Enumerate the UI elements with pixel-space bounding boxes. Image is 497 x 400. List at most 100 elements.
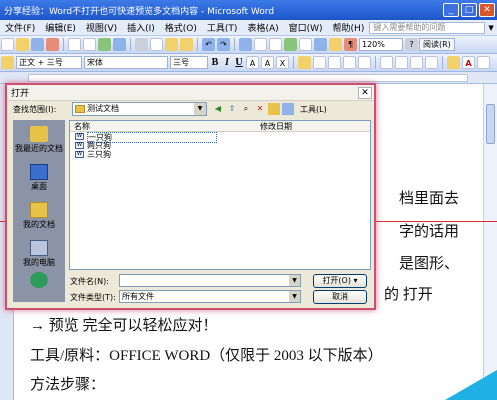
justify-icon[interactable] bbox=[343, 56, 356, 69]
chevron-down-icon[interactable]: ▼ bbox=[289, 275, 300, 286]
file-list[interactable]: 名称 修改日期 W 一只狗 W 两只狗 W 三只狗 bbox=[69, 120, 371, 270]
char-shading-icon[interactable]: A bbox=[261, 56, 274, 69]
my-computer-icon bbox=[30, 240, 48, 256]
help-icon[interactable]: ? bbox=[405, 38, 418, 51]
print-preview-icon[interactable] bbox=[83, 38, 96, 51]
zoom-select[interactable]: 120% bbox=[359, 38, 403, 51]
insert-table-icon[interactable] bbox=[269, 38, 282, 51]
toolbar-separator bbox=[293, 56, 294, 69]
hyperlink-icon[interactable] bbox=[239, 38, 252, 51]
char-scale-icon[interactable]: X bbox=[276, 56, 289, 69]
new-document-icon[interactable] bbox=[1, 38, 14, 51]
delete-icon[interactable]: ✕ bbox=[254, 103, 266, 115]
styles-pane-icon[interactable] bbox=[1, 56, 14, 69]
open-file-dialog: 打开 ✕ 查找范围(I): 测试文档 ▼ ◀ ⇧ ⌕ ✕ 工具(L) 我最近的文… bbox=[5, 83, 376, 310]
copy-icon[interactable] bbox=[150, 38, 163, 51]
lookin-select[interactable]: 测试文档 ▼ bbox=[72, 102, 207, 116]
spelling-icon[interactable] bbox=[98, 38, 111, 51]
menu-bar: 文件(F) 编辑(E) 视图(V) 插入(I) 格式(O) 工具(T) 表格(A… bbox=[0, 20, 497, 36]
menu-edit[interactable]: 编辑(E) bbox=[40, 21, 81, 34]
underline-button[interactable]: U bbox=[233, 57, 245, 68]
place-recent[interactable]: 我最近的文档 bbox=[13, 124, 65, 160]
dialog-toolbar: ◀ ⇧ ⌕ ✕ 工具(L) bbox=[212, 102, 327, 116]
bullets-icon[interactable] bbox=[395, 56, 408, 69]
scroll-thumb[interactable] bbox=[486, 104, 495, 144]
menu-format[interactable]: 格式(O) bbox=[160, 21, 202, 34]
place-desktop[interactable]: 桌面 bbox=[13, 162, 65, 198]
permission-icon[interactable] bbox=[46, 38, 59, 51]
italic-button[interactable]: I bbox=[221, 57, 233, 68]
place-network[interactable] bbox=[13, 270, 65, 306]
ask-question-input[interactable]: 键入需要帮助的问题 bbox=[369, 21, 486, 34]
open-button[interactable]: 打开(O) ▾ bbox=[313, 274, 367, 288]
line-spacing-icon[interactable] bbox=[358, 56, 371, 69]
chevron-down-icon[interactable]: ▼ bbox=[289, 291, 300, 302]
ask-dropdown-icon[interactable]: ▼ bbox=[485, 24, 497, 32]
cancel-button[interactable]: 取消 bbox=[313, 290, 367, 304]
place-my-documents[interactable]: 我的文档 bbox=[13, 200, 65, 236]
font-color-icon[interactable]: A bbox=[462, 56, 475, 69]
decrease-indent-icon[interactable] bbox=[410, 56, 423, 69]
up-folder-icon[interactable]: ⇧ bbox=[226, 103, 238, 115]
doc-text-line: 是图形、 bbox=[399, 256, 460, 272]
search-web-icon[interactable]: ⌕ bbox=[240, 103, 252, 115]
read-mode-button[interactable]: 阅读(R) bbox=[419, 38, 455, 51]
dialog-close-button[interactable]: ✕ bbox=[358, 86, 372, 99]
menu-view[interactable]: 视图(V) bbox=[81, 21, 122, 34]
redo-icon[interactable]: ↷ bbox=[217, 38, 230, 51]
filetype-select[interactable]: 所有文件 ▼ bbox=[119, 290, 301, 303]
save-icon[interactable] bbox=[31, 38, 44, 51]
tables-borders-icon[interactable] bbox=[254, 38, 267, 51]
style-select[interactable]: 正文 + 三号 bbox=[16, 56, 82, 69]
open-folder-icon[interactable] bbox=[16, 38, 29, 51]
new-folder-icon[interactable] bbox=[268, 103, 280, 115]
close-window-button[interactable]: ✕ bbox=[479, 3, 495, 17]
font-select[interactable]: 宋体 bbox=[84, 56, 168, 69]
drawing-icon[interactable] bbox=[314, 38, 327, 51]
menu-window[interactable]: 窗口(W) bbox=[284, 21, 328, 34]
column-modified-date[interactable]: 修改日期 bbox=[260, 121, 292, 132]
views-icon[interactable] bbox=[282, 103, 294, 115]
align-right-icon[interactable] bbox=[328, 56, 341, 69]
back-icon[interactable]: ◀ bbox=[212, 103, 224, 115]
menu-tools[interactable]: 工具(T) bbox=[202, 21, 243, 34]
format-painter-icon[interactable] bbox=[180, 38, 193, 51]
column-name[interactable]: 名称 bbox=[74, 121, 90, 132]
insert-excel-icon[interactable] bbox=[284, 38, 297, 51]
align-left-icon[interactable] bbox=[298, 56, 311, 69]
menu-table[interactable]: 表格(A) bbox=[242, 21, 283, 34]
columns-icon[interactable] bbox=[299, 38, 312, 51]
paste-icon[interactable] bbox=[165, 38, 178, 51]
menu-file[interactable]: 文件(F) bbox=[0, 21, 40, 34]
increase-indent-icon[interactable] bbox=[425, 56, 438, 69]
vertical-scrollbar[interactable] bbox=[483, 84, 497, 400]
maximize-button[interactable]: □ bbox=[461, 3, 477, 17]
filename-input[interactable]: ▼ bbox=[119, 274, 301, 287]
char-border-icon[interactable]: A bbox=[246, 56, 259, 69]
toolbar-separator bbox=[375, 56, 376, 69]
places-bar: 我最近的文档 桌面 我的文档 我的电脑 bbox=[13, 120, 65, 302]
minimize-button[interactable]: _ bbox=[443, 3, 459, 17]
file-item[interactable]: W 两只狗 bbox=[70, 141, 370, 150]
document-map-icon[interactable] bbox=[329, 38, 342, 51]
bold-button[interactable]: B bbox=[209, 57, 221, 68]
menu-help[interactable]: 帮助(H) bbox=[328, 21, 370, 34]
desktop-icon bbox=[30, 164, 48, 180]
cut-icon[interactable] bbox=[135, 38, 148, 51]
menu-insert[interactable]: 插入(I) bbox=[122, 21, 160, 34]
file-item[interactable]: W 一只狗 bbox=[70, 132, 370, 143]
show-hide-icon[interactable]: ¶ bbox=[344, 38, 357, 51]
place-my-computer[interactable]: 我的电脑 bbox=[13, 238, 65, 274]
file-item[interactable]: W 三只狗 bbox=[70, 150, 370, 159]
align-center-icon[interactable] bbox=[313, 56, 326, 69]
font-size-select[interactable]: 三号 bbox=[170, 56, 208, 69]
phonetic-guide-icon[interactable] bbox=[477, 56, 490, 69]
doc-text-line: 档里面去 bbox=[399, 191, 460, 207]
print-icon[interactable] bbox=[68, 38, 81, 51]
undo-icon[interactable]: ↶ bbox=[202, 38, 215, 51]
research-icon[interactable] bbox=[113, 38, 126, 51]
chevron-down-icon[interactable]: ▼ bbox=[194, 103, 206, 115]
numbering-icon[interactable] bbox=[380, 56, 393, 69]
tools-menu[interactable]: 工具(L) bbox=[300, 104, 327, 115]
highlight-icon[interactable] bbox=[447, 56, 460, 69]
